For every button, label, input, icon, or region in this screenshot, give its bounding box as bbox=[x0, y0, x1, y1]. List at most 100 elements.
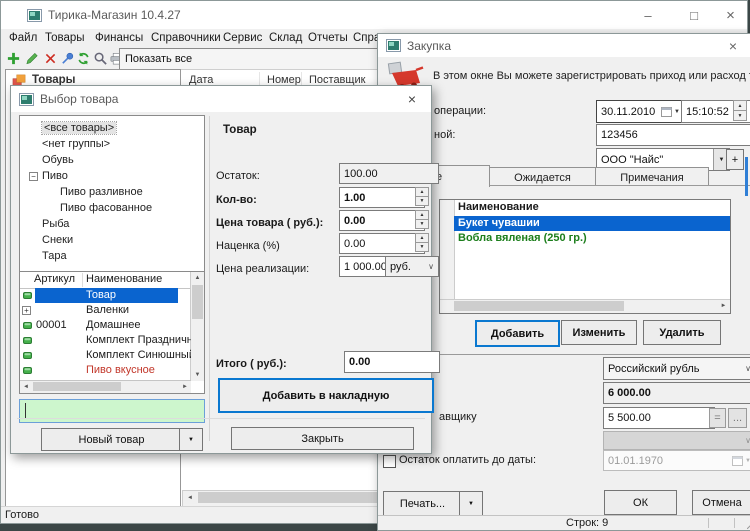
item-row[interactable]: Вобла вяленая (250 гр.) bbox=[454, 231, 730, 246]
scroll-left-icon[interactable]: ◄ bbox=[183, 491, 197, 504]
product-icon bbox=[23, 336, 32, 345]
column-article[interactable]: Артикул bbox=[34, 273, 75, 285]
add-to-invoice-button[interactable]: Добавить в накладную bbox=[218, 378, 434, 413]
tree-item-nogroup[interactable]: <нет группы> bbox=[20, 136, 204, 152]
search-input[interactable] bbox=[19, 399, 205, 423]
item-delete-button[interactable]: Удалить bbox=[643, 320, 721, 345]
item-add-button[interactable]: Добавить bbox=[475, 320, 560, 347]
refresh-button[interactable] bbox=[74, 49, 92, 67]
time-spinner[interactable]: ▲ ▼ bbox=[733, 100, 747, 121]
new-product-dropdown-button[interactable]: ▼ bbox=[179, 428, 203, 451]
scrollbar-thumb[interactable] bbox=[192, 285, 203, 319]
collapse-icon[interactable]: − bbox=[29, 172, 38, 181]
tree-item-beer-packed[interactable]: Пиво фасованное bbox=[20, 200, 204, 216]
delete-button[interactable] bbox=[41, 49, 59, 67]
menu-references[interactable]: Справочники bbox=[151, 29, 221, 47]
edit-button[interactable] bbox=[23, 49, 41, 67]
scroll-left-icon[interactable]: ◄ bbox=[20, 381, 32, 392]
new-product-button[interactable]: Новый товар bbox=[41, 428, 182, 451]
add-button[interactable] bbox=[4, 49, 22, 67]
product-row[interactable]: Комплект Праздничнь bbox=[20, 333, 178, 348]
spin-up-icon[interactable]: ▲ bbox=[733, 100, 747, 111]
spin-down-icon[interactable]: ▼ bbox=[415, 197, 429, 206]
items-header[interactable]: Наименование bbox=[454, 200, 730, 217]
total-amount-field[interactable]: 6 000.00 bbox=[603, 382, 750, 404]
product-table-header[interactable]: Артикул Наименование bbox=[20, 272, 191, 289]
quantity-stepper[interactable]: ▲ ▼ bbox=[415, 187, 429, 206]
dropdown-icon[interactable]: ▼ bbox=[674, 109, 680, 115]
paid-amount-field[interactable]: 5 500.00 bbox=[603, 407, 715, 429]
purchase-print-button[interactable]: Печать... bbox=[383, 491, 462, 516]
sale-price-label: Цена реализации: bbox=[216, 263, 309, 275]
main-status-text: Готово bbox=[5, 509, 39, 521]
scroll-up-icon[interactable]: ▲ bbox=[191, 272, 204, 284]
scroll-down-icon[interactable]: ▼ bbox=[191, 369, 204, 381]
chevron-down-icon[interactable]: ∨ bbox=[428, 262, 434, 271]
purchase-close-button[interactable]: × bbox=[718, 34, 748, 57]
rows-count-text: Строк: 9 bbox=[566, 517, 608, 529]
column-name[interactable]: Наименование bbox=[86, 273, 162, 285]
tree-item-beer[interactable]: −Пиво bbox=[20, 168, 204, 184]
cancel-button[interactable]: Отмена bbox=[692, 490, 750, 515]
spin-up-icon[interactable]: ▲ bbox=[415, 187, 429, 197]
scrollbar-thumb[interactable] bbox=[454, 301, 624, 311]
markup-field[interactable]: 0.00 bbox=[339, 233, 425, 254]
item-edit-button[interactable]: Изменить bbox=[561, 320, 637, 345]
spin-down-icon[interactable]: ▼ bbox=[415, 243, 429, 252]
tree-item-fish[interactable]: Рыба bbox=[20, 216, 204, 232]
scroll-right-icon[interactable]: ► bbox=[179, 381, 191, 392]
close-button[interactable]: × bbox=[715, 1, 746, 29]
tree-item-tare[interactable]: Тара bbox=[20, 248, 204, 264]
equals-button[interactable]: = bbox=[709, 408, 726, 428]
picker-close-button[interactable]: × bbox=[397, 86, 427, 112]
operation-date-field[interactable]: 30.11.2010 ▼ bbox=[596, 100, 685, 123]
item-row-selected[interactable]: Букет чувашии bbox=[454, 216, 730, 231]
product-row[interactable]: 00001 Домашнее bbox=[20, 318, 178, 333]
price-field[interactable]: 0.00 bbox=[339, 210, 425, 231]
scrollbar-thumb[interactable] bbox=[33, 382, 121, 391]
minimize-button[interactable]: – bbox=[631, 1, 665, 29]
print-dropdown-button[interactable]: ▼ bbox=[459, 491, 483, 516]
product-row[interactable]: Пиво вкусное bbox=[20, 363, 178, 378]
tree-item-shoes[interactable]: Обувь bbox=[20, 152, 204, 168]
scrollbar-thumb[interactable] bbox=[745, 157, 748, 196]
markup-stepper[interactable]: ▲ ▼ bbox=[415, 233, 429, 252]
product-table-hscrollbar[interactable]: ◄ ► bbox=[20, 380, 191, 393]
expand-icon[interactable]: + bbox=[22, 306, 31, 315]
tree-item-all[interactable]: <все товары> bbox=[20, 120, 204, 136]
spin-down-icon[interactable]: ▼ bbox=[415, 220, 429, 229]
currency-combobox[interactable]: Российский рубль ∨ bbox=[603, 357, 750, 380]
sale-currency-combobox[interactable]: руб. ∨ bbox=[385, 256, 439, 277]
product-row[interactable]: + Валенки bbox=[20, 303, 178, 318]
product-row[interactable]: Комплект Синюшный bbox=[20, 348, 178, 363]
tree-item-beer-draft[interactable]: Пиво разливное bbox=[20, 184, 204, 200]
menu-service[interactable]: Сервис bbox=[223, 29, 262, 47]
spin-down-icon[interactable]: ▼ bbox=[733, 111, 747, 121]
ok-button[interactable]: ОК bbox=[604, 490, 677, 515]
price-stepper[interactable]: ▲ ▼ bbox=[415, 210, 429, 229]
product-row-selected[interactable]: Товар bbox=[20, 288, 178, 303]
add-supplier-button[interactable]: + bbox=[726, 149, 744, 170]
items-hscrollbar[interactable]: ► bbox=[440, 299, 730, 313]
picker-close-footer-button[interactable]: Закрыть bbox=[231, 427, 414, 450]
menu-warehouse[interactable]: Склад bbox=[269, 29, 302, 47]
tree-item-snacks[interactable]: Снеки bbox=[20, 232, 204, 248]
menu-finance[interactable]: Финансы bbox=[95, 29, 143, 47]
menu-file[interactable]: Файл bbox=[9, 29, 37, 47]
menu-reports[interactable]: Отчеты bbox=[308, 29, 348, 47]
menu-products[interactable]: Товары bbox=[45, 29, 85, 47]
tree-label: Пиво разливное bbox=[60, 186, 143, 198]
browse-button[interactable]: ... bbox=[728, 408, 747, 428]
picker-total-field[interactable]: 0.00 bbox=[344, 351, 440, 373]
pay-rest-checkbox[interactable] bbox=[383, 455, 396, 468]
close-icon: × bbox=[726, 7, 735, 24]
chevron-down-icon[interactable]: ∨ bbox=[745, 364, 750, 373]
invoice-number-field[interactable]: 123456 bbox=[596, 124, 750, 146]
quantity-field[interactable]: 1.00 bbox=[339, 187, 425, 208]
product-table-vscrollbar[interactable]: ▲ ▼ bbox=[190, 272, 204, 381]
pin-icon bbox=[60, 51, 75, 66]
spin-up-icon[interactable]: ▲ bbox=[415, 210, 429, 220]
spin-up-icon[interactable]: ▲ bbox=[415, 233, 429, 243]
scroll-right-icon[interactable]: ► bbox=[717, 300, 730, 312]
maximize-button[interactable]: □ bbox=[677, 1, 711, 29]
